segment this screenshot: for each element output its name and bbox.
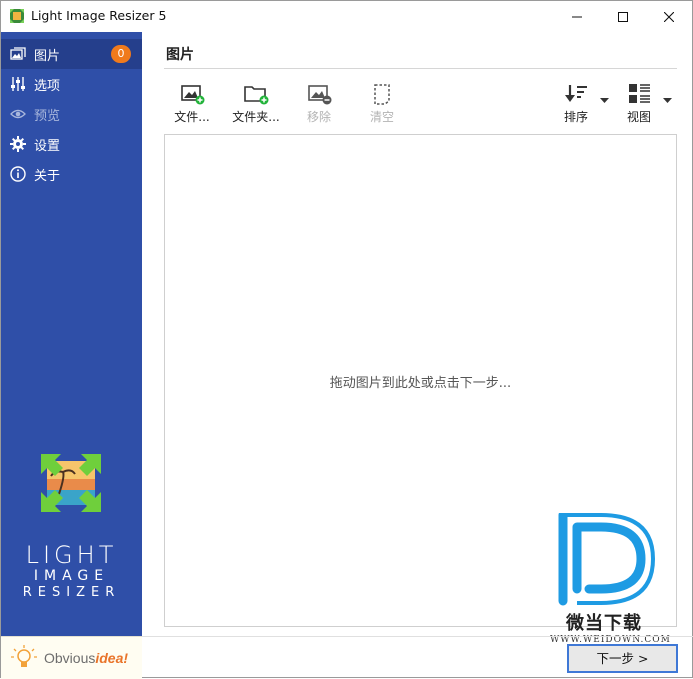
close-icon <box>664 11 674 22</box>
sort-icon <box>565 85 587 102</box>
next-step-button[interactable]: 下一步 > <box>567 644 678 673</box>
gear-icon <box>10 136 26 152</box>
footer-divider <box>142 636 693 637</box>
sidebar-item-preview[interactable]: 预览 <box>1 99 142 129</box>
page-title: 图片 <box>166 47 194 63</box>
sidebar-item-settings[interactable]: 设置 <box>1 129 142 159</box>
toolbar-label: 清空 <box>369 110 394 124</box>
sidebar: 图片 0 选项 预览 设置 关于 LIGHT IMAGE RESIZER <box>1 32 142 636</box>
sidebar-item-label: 设置 <box>34 139 61 154</box>
window-title: Light Image Resizer 5 <box>31 8 167 23</box>
remove-image-icon <box>308 85 332 105</box>
info-icon <box>10 166 26 182</box>
vendor-name-part2: idea! <box>95 650 129 666</box>
vendor-name-part1: Obvious <box>44 650 96 666</box>
add-folder-button[interactable]: 文件夹... <box>228 81 284 127</box>
brand-resizer: RESIZER <box>22 585 121 600</box>
view-dropdown-icon[interactable] <box>663 98 672 103</box>
minimize-icon <box>572 16 582 17</box>
sort-dropdown-icon[interactable] <box>600 98 609 103</box>
sort-button[interactable]: 排序 <box>548 81 604 127</box>
sliders-icon <box>11 77 25 91</box>
toolbar-label: 视图 <box>626 110 651 124</box>
watermark-text: 微当下载 <box>566 613 642 634</box>
add-image-icon <box>181 85 205 105</box>
close-button[interactable] <box>646 1 692 32</box>
toolbar-label: 文件... <box>174 110 210 124</box>
drop-hint: 拖动图片到此处或点击下一步... <box>329 376 512 391</box>
toolbar-label: 移除 <box>306 110 331 124</box>
lightbulb-icon <box>11 645 37 667</box>
image-count-badge: 0 <box>111 45 131 63</box>
title-bar: Light Image Resizer 5 <box>1 1 692 32</box>
maximize-button[interactable] <box>600 1 646 32</box>
sidebar-item-images[interactable]: 图片 0 <box>1 39 142 69</box>
sidebar-item-label: 预览 <box>34 109 61 124</box>
app-logo-icon <box>10 9 24 23</box>
vendor-name: Obviousidea! <box>44 650 128 666</box>
minimize-button[interactable] <box>554 1 600 32</box>
brand-image: IMAGE <box>33 568 110 584</box>
sidebar-item-label: 选项 <box>34 79 61 94</box>
toolbar-label: 文件夹... <box>232 110 280 124</box>
images-icon <box>10 47 26 60</box>
app-window: Light Image Resizer 5 图片 0 选项 预览 设置 关于 L… <box>0 0 693 679</box>
view-button[interactable]: 视图 <box>611 81 667 127</box>
sidebar-item-label: 关于 <box>34 169 61 184</box>
add-folder-icon <box>244 86 269 105</box>
sidebar-item-label: 图片 <box>34 49 61 64</box>
brand-light: LIGHT <box>25 541 118 569</box>
add-files-button[interactable]: 文件... <box>164 81 220 127</box>
vendor-logo[interactable]: Obviousidea! <box>1 636 142 679</box>
toolbar-label: 排序 <box>563 110 588 124</box>
view-icon <box>629 84 650 103</box>
app-logo-artwork <box>41 454 101 512</box>
remove-button[interactable]: 移除 <box>291 81 347 127</box>
header-divider <box>164 68 677 69</box>
sidebar-item-about[interactable]: 关于 <box>1 159 142 189</box>
clear-button[interactable]: 清空 <box>354 81 410 127</box>
maximize-icon <box>618 11 628 22</box>
eye-icon <box>10 109 26 119</box>
clear-icon <box>374 84 390 105</box>
sidebar-item-options[interactable]: 选项 <box>1 69 142 99</box>
